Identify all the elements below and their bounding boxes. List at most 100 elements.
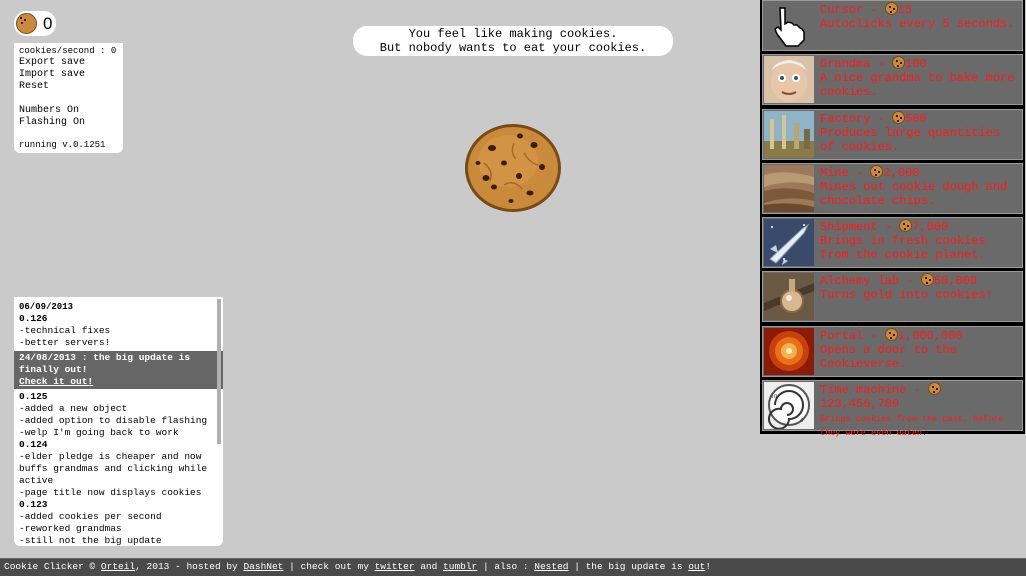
log-entry: -reworked grandmas bbox=[19, 523, 122, 534]
item-price: 100 bbox=[905, 57, 927, 71]
alchemy-flask-picture bbox=[764, 273, 814, 320]
log-highlight: 24/08/2013 : the big update is finally o… bbox=[14, 351, 223, 389]
footer-text: Cookie Clicker © bbox=[4, 561, 101, 572]
store-item-alchemy-lab[interactable]: Alchemy lab - 50,000 Turns gold into coo… bbox=[762, 271, 1023, 322]
portal-vortex-picture bbox=[764, 328, 814, 375]
footer-text: | check out my bbox=[283, 561, 375, 572]
footer-bar: Cookie Clicker © Orteil, 2013 - hosted b… bbox=[0, 558, 1026, 576]
log-version: 0.123 bbox=[19, 499, 48, 510]
item-name: Shipment bbox=[820, 220, 878, 234]
item-name: Factory bbox=[820, 112, 871, 126]
log-entry: -page title now displays cookies bbox=[19, 487, 202, 498]
footer-text: ! bbox=[705, 561, 712, 572]
import-save-link[interactable]: Import save bbox=[19, 69, 118, 81]
update-log: 06/09/2013 0.126 -technical fixes -bette… bbox=[14, 297, 223, 546]
item-price: 7,000 bbox=[912, 220, 949, 234]
log-entry: -still not the big update bbox=[19, 535, 162, 546]
log-entry: -welp I'm going back to work bbox=[19, 427, 179, 438]
big-cookie-button[interactable] bbox=[464, 123, 562, 213]
log-scrollbar[interactable] bbox=[217, 299, 221, 444]
cookie-icon bbox=[892, 111, 906, 124]
options-menu: cookies/second : 0 Export save Import sa… bbox=[14, 43, 123, 153]
cursor-hand-icon bbox=[764, 2, 814, 49]
log-highlight-text: 24/08/2013 : the big update is finally o… bbox=[19, 352, 191, 375]
item-name: Portal bbox=[820, 329, 864, 343]
item-price: 15 bbox=[897, 3, 913, 17]
item-price: 1,000,000 bbox=[897, 329, 963, 343]
nested-link[interactable]: Nested bbox=[534, 561, 568, 572]
svg-text:10: 10 bbox=[771, 394, 777, 400]
footer-text: and bbox=[414, 561, 444, 572]
item-description: Autoclicks every 5 seconds. bbox=[820, 17, 1015, 31]
dashnet-link[interactable]: DashNet bbox=[243, 561, 283, 572]
cookie-icon bbox=[884, 328, 898, 341]
store-item-cursor[interactable]: Cursor - 15 Autoclicks every 5 seconds. bbox=[762, 0, 1023, 51]
shipment-rocket-picture bbox=[764, 219, 814, 266]
store-item-portal[interactable]: Portal - 1,000,000 Opens a door to the C… bbox=[762, 326, 1023, 377]
item-description: Turns gold into cookies! bbox=[820, 288, 993, 302]
item-price: 50,000 bbox=[933, 274, 978, 288]
item-description: Produces large quantities of cookies. bbox=[820, 126, 1001, 154]
store-panel: Cursor - 15 Autoclicks every 5 seconds. … bbox=[760, 0, 1025, 438]
twitter-link[interactable]: twitter bbox=[375, 561, 415, 572]
footer-text: , 2013 - hosted by bbox=[135, 561, 244, 572]
factory-picture bbox=[764, 111, 814, 158]
out-link[interactable]: out bbox=[688, 561, 705, 572]
cookie-icon bbox=[884, 2, 898, 15]
item-price: 2,000 bbox=[883, 166, 920, 180]
store-item-shipment[interactable]: Shipment - 7,000 Brings in fresh cookies… bbox=[762, 217, 1023, 268]
log-version: 0.125 bbox=[19, 391, 48, 402]
cookie-counter: 0 bbox=[14, 11, 57, 36]
item-price: 123,456,789 bbox=[820, 397, 900, 411]
flashing-toggle[interactable]: Flashing On bbox=[19, 117, 118, 129]
item-description: Brings cookies from the past, before the… bbox=[820, 414, 1004, 438]
item-name: Cursor bbox=[820, 3, 864, 17]
cookie-icon bbox=[892, 56, 906, 69]
cookie-count: 0 bbox=[43, 13, 53, 33]
item-description: Mines out cookie dough and chocolate chi… bbox=[820, 180, 1008, 208]
mine-picture bbox=[764, 165, 814, 212]
log-entry: -technical fixes bbox=[19, 325, 111, 336]
svg-text:4: 4 bbox=[800, 418, 803, 424]
item-description: A nice grandma to bake more cookies. bbox=[820, 71, 1015, 99]
store-item-mine[interactable]: Mine - 2,000 Mines out cookie dough and … bbox=[762, 163, 1023, 214]
log-date: 06/09/2013 bbox=[19, 302, 74, 312]
tumblr-link[interactable]: tumblr bbox=[443, 561, 477, 572]
log-entry: -added a new object bbox=[19, 403, 128, 414]
log-entry: -better servers! bbox=[19, 337, 111, 348]
news-message: You feel like making cookies. But nobody… bbox=[353, 26, 673, 56]
item-name: Time machine bbox=[820, 383, 907, 397]
time-machine-clock-picture: 10 4 bbox=[764, 382, 814, 429]
item-description: Brings in fresh cookies from the cookie … bbox=[820, 234, 986, 262]
message-line-1: You feel like making cookies. bbox=[408, 27, 618, 41]
log-version: 0.126 bbox=[19, 313, 48, 324]
orteil-link[interactable]: Orteil bbox=[101, 561, 135, 572]
version-label: running v.0.1251 bbox=[19, 140, 106, 150]
cookie-icon bbox=[928, 382, 942, 395]
reset-link[interactable]: Reset bbox=[19, 81, 118, 93]
store-item-factory[interactable]: Factory - 500 Produces large quantities … bbox=[762, 109, 1023, 160]
export-save-link[interactable]: Export save bbox=[19, 57, 118, 69]
grandma-portrait bbox=[764, 56, 814, 103]
numbers-toggle[interactable]: Numbers On bbox=[19, 105, 118, 117]
log-entry: -elder pledge is cheaper and now buffs g… bbox=[19, 451, 208, 486]
cookies-per-second: cookies/second : 0 bbox=[19, 46, 117, 56]
message-line-2: But nobody wants to eat your cookies. bbox=[379, 41, 647, 55]
check-it-out-link[interactable]: Check it out! bbox=[19, 376, 93, 387]
item-description: Opens a door to the Cookieverse. bbox=[820, 343, 957, 371]
item-name: Grandma bbox=[820, 57, 871, 71]
log-entry: -added option to disable flashing bbox=[19, 415, 208, 426]
store-item-time-machine[interactable]: 10 4 Time machine - 123,456,789 Brings c… bbox=[762, 380, 1023, 438]
item-name: Alchemy lab bbox=[820, 274, 900, 288]
item-price: 500 bbox=[905, 112, 927, 126]
cookie-icon bbox=[870, 165, 884, 178]
cookie-icon bbox=[899, 219, 913, 232]
item-name: Mine bbox=[820, 166, 849, 180]
log-entry: -added cookies per second bbox=[19, 511, 162, 522]
footer-text: | also : bbox=[477, 561, 535, 572]
cookie-icon bbox=[920, 273, 934, 286]
cookie-icon bbox=[16, 13, 37, 34]
log-version: 0.124 bbox=[19, 439, 48, 450]
footer-text: | the big update is bbox=[568, 561, 689, 572]
store-item-grandma[interactable]: Grandma - 100 A nice grandma to bake mor… bbox=[762, 54, 1023, 105]
